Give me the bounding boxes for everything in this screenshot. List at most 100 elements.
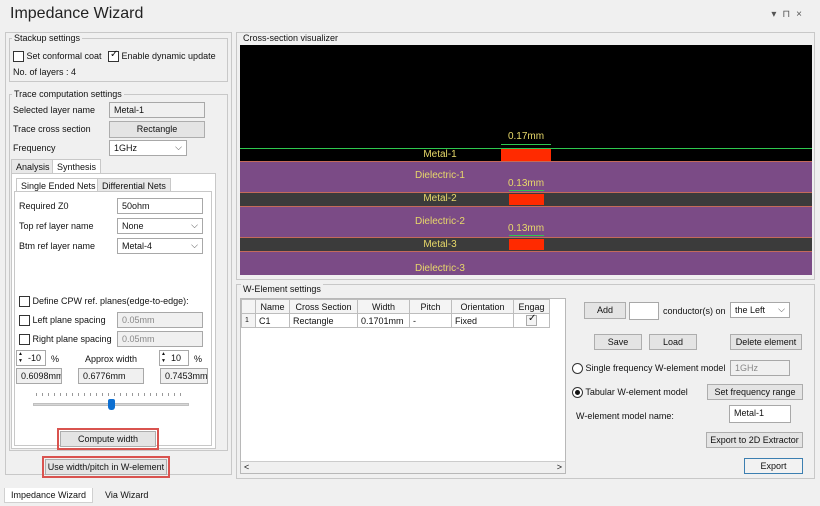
dynamic-update-checkbox-row[interactable]: Enable dynamic update (108, 49, 216, 63)
horizontal-scrollbar[interactable]: < > (241, 461, 565, 473)
chevron-down-icon: ⌵ (175, 142, 182, 152)
trace-settings-label: Trace computation settings (12, 89, 124, 99)
export-2d-button[interactable]: Export to 2D Extractor (706, 432, 803, 448)
layer-label-metal-1: Metal-1 (423, 149, 457, 160)
dim-arrow-1 (501, 144, 551, 150)
right-plane-input[interactable]: 0.05mm (117, 331, 203, 347)
right-plane-checkbox[interactable] (19, 334, 30, 346)
col-header[interactable]: Engag (513, 299, 550, 314)
frequency-value: 1GHz (114, 143, 138, 153)
col-header[interactable]: Name (255, 299, 290, 314)
chevron-down-icon: ⌵ (191, 240, 198, 250)
minus-pct-spinner[interactable]: -10 ▲ ▼ (16, 350, 46, 366)
num-layers: No. of layers : 4 (13, 67, 76, 77)
engaged-checkbox[interactable] (526, 313, 537, 327)
add-count-input[interactable] (629, 302, 659, 320)
cpw-checkbox-row[interactable]: Define CPW ref. planes(edge-to-edge): (19, 296, 189, 308)
dropdown-icon[interactable]: ▾ (771, 9, 782, 20)
bottom-tab-bar: Impedance Wizard Via Wizard (0, 484, 820, 506)
model-name-label: W-element model name: (576, 411, 674, 421)
compute-width-button[interactable]: Compute width (57, 428, 159, 450)
approx-width-label: Approx width (85, 354, 138, 364)
required-z0-input[interactable]: 50ohm (117, 198, 203, 214)
btm-ref-value: Metal-4 (122, 241, 153, 251)
left-plane-row[interactable]: Left plane spacing (19, 315, 106, 327)
tabular-radio-row[interactable]: Tabular W-element model (572, 387, 688, 399)
model-name-input[interactable]: Metal-1 (729, 405, 791, 423)
cross-section-button[interactable]: Rectangle (109, 121, 205, 138)
use-width-button[interactable]: Use width/pitch in W-element (42, 456, 170, 478)
close-icon[interactable]: × (796, 9, 808, 20)
load-button[interactable]: Load (649, 334, 697, 350)
spin-arrows-icon[interactable]: ▲ ▼ (18, 351, 23, 365)
cell-cross-section[interactable]: Rectangle (289, 312, 358, 329)
frequency-label: Frequency (13, 143, 56, 153)
plus-pct-symbol: % (194, 354, 203, 364)
col-header[interactable]: Pitch (409, 299, 452, 314)
side-value: the Left (735, 305, 766, 315)
plus-pct-spinner[interactable]: 10 ▲ ▼ (159, 350, 189, 366)
dim-label-2: 0.13mm (507, 178, 545, 189)
cell-name[interactable]: C1 (255, 312, 290, 329)
conformal-coat-checkbox[interactable] (13, 51, 24, 63)
row-index: 1 (241, 312, 256, 329)
welement-table: Name Cross Section Width Pitch Orientati… (241, 299, 550, 329)
layer-label-dielectric-2: Dielectric-2 (414, 216, 465, 227)
single-freq-radio[interactable] (572, 363, 583, 375)
col-header[interactable]: Cross Section (289, 299, 358, 314)
cell-width[interactable]: 0.1701mm (357, 312, 410, 329)
dim-arrow-3 (509, 235, 544, 241)
dynamic-update-checkbox[interactable] (108, 49, 119, 63)
delete-element-button[interactable]: Delete element (730, 334, 802, 350)
left-plane-checkbox[interactable] (19, 315, 30, 327)
col-header[interactable]: Width (357, 299, 410, 314)
dynamic-update-label: Enable dynamic update (121, 51, 216, 61)
set-frequency-range-button[interactable]: Set frequency range (707, 384, 803, 400)
single-freq-input[interactable]: 1GHz (730, 360, 790, 376)
right-plane-row[interactable]: Right plane spacing (19, 334, 112, 346)
cell-orientation[interactable]: Fixed (451, 312, 514, 329)
spin-arrows-icon[interactable]: ▲ ▼ (161, 351, 166, 365)
cross-section-visualizer: Metal-1 Dielectric-1 Metal-2 Dielectric-… (240, 45, 812, 275)
tabular-radio[interactable] (572, 387, 583, 399)
save-button[interactable]: Save (594, 334, 642, 350)
conformal-coat-checkbox-row[interactable]: Set conformal coat (13, 51, 102, 63)
layer-label-metal-3: Metal-3 (423, 239, 457, 250)
top-ref-select[interactable]: None ⌵ (117, 218, 203, 234)
window-controls[interactable]: ▾⊓× (771, 9, 808, 20)
bottom-tab-impedance-wizard[interactable]: Impedance Wizard (4, 488, 94, 503)
single-freq-radio-row[interactable]: Single frequency W-element model (572, 363, 725, 375)
table-row[interactable]: 1 C1 Rectangle 0.1701mm - Fixed (241, 312, 550, 329)
cell-pitch[interactable]: - (409, 312, 452, 329)
dim-label-1: 0.17mm (507, 131, 545, 142)
right-plane-label: Right plane spacing (32, 334, 112, 344)
scroll-right-icon[interactable]: > (557, 462, 562, 472)
num-layers-value: 4 (71, 67, 77, 77)
export-button[interactable]: Export (744, 458, 803, 474)
cross-section-label: Trace cross section (13, 124, 91, 134)
btm-ref-select[interactable]: Metal-4 ⌵ (117, 238, 203, 254)
add-button[interactable]: Add (584, 302, 626, 319)
left-plane-input[interactable]: 0.05mm (117, 312, 203, 328)
layer-label-dielectric-1: Dielectric-1 (414, 170, 465, 181)
slider-ticks (36, 393, 186, 396)
side-select[interactable]: the Left ⌵ (730, 302, 790, 318)
top-ref-value: None (122, 221, 144, 231)
scroll-left-icon[interactable]: < (244, 462, 249, 472)
cpw-checkbox[interactable] (19, 296, 30, 308)
dim-label-3: 0.13mm (507, 223, 545, 234)
width-slider-thumb[interactable] (108, 399, 115, 410)
col-header[interactable]: Orientation (451, 299, 514, 314)
pin-icon[interactable]: ⊓ (782, 9, 796, 20)
num-layers-label: No. of layers : (13, 67, 69, 77)
left-plane-label: Left plane spacing (32, 315, 106, 325)
plus-pct-value: 10 (171, 353, 182, 363)
cell-engaged[interactable] (513, 312, 550, 329)
frequency-select[interactable]: 1GHz ⌵ (109, 140, 187, 156)
stackup-settings-label: Stackup settings (12, 33, 83, 43)
approx-width-field: 0.6776mm (78, 368, 144, 384)
min-width-field: 0.6098mm (16, 368, 62, 384)
welement-label: W-Element settings (241, 284, 323, 294)
welement-table-area[interactable]: Name Cross Section Width Pitch Orientati… (240, 298, 566, 474)
bottom-tab-via-wizard[interactable]: Via Wizard (99, 488, 154, 502)
